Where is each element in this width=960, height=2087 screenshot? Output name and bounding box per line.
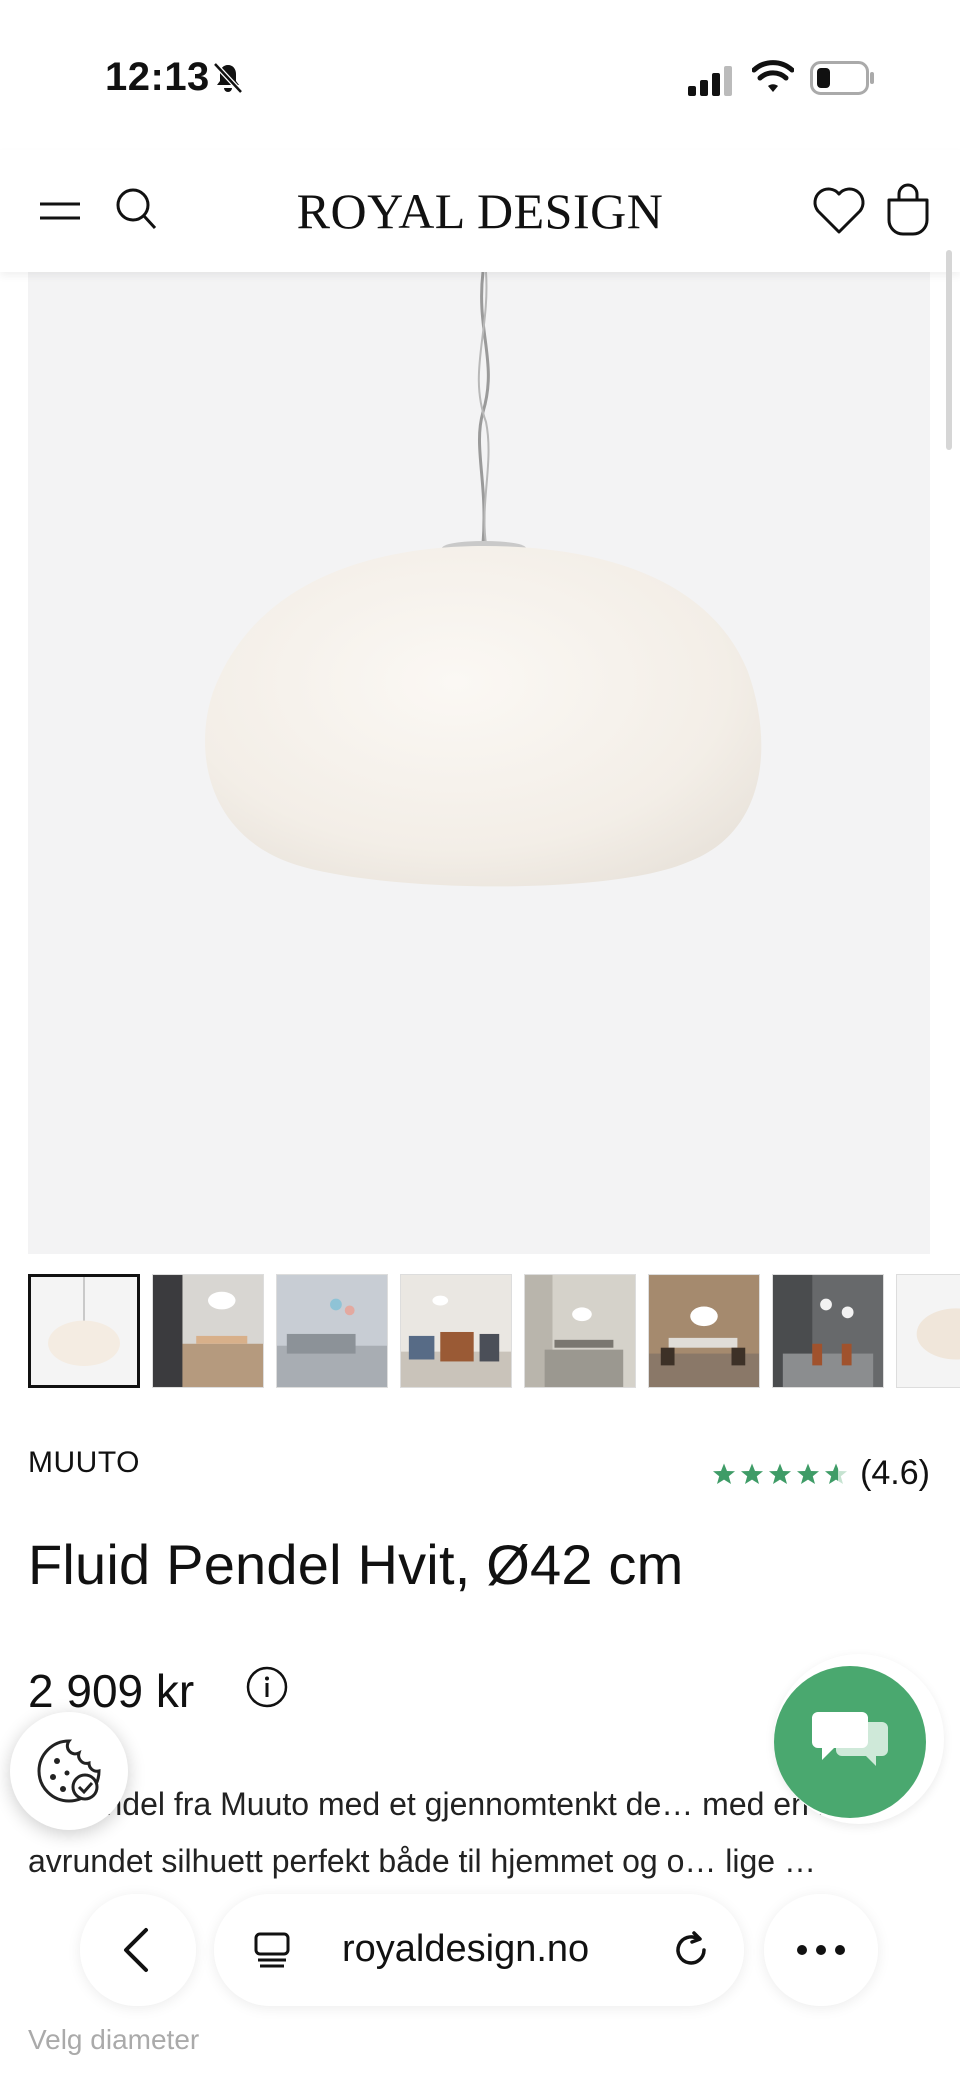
back-icon bbox=[124, 1928, 148, 1972]
product-brand[interactable]: MUUTO bbox=[28, 1446, 140, 1480]
star-icon bbox=[741, 1463, 764, 1484]
product-price: 2 909 kr bbox=[28, 1665, 195, 1717]
tabs-icon[interactable] bbox=[252, 1930, 292, 1970]
status-bar: 12:13 bbox=[0, 0, 960, 150]
rating-stars bbox=[712, 1462, 848, 1486]
site-logo[interactable]: ROYAL DESIGN bbox=[270, 182, 690, 240]
star-icon bbox=[797, 1463, 820, 1484]
thumbnail-4[interactable] bbox=[400, 1274, 512, 1388]
star-icon bbox=[769, 1463, 792, 1484]
thumbnail-7[interactable] bbox=[772, 1274, 884, 1388]
variant-label: Velg diameter bbox=[28, 2024, 200, 2055]
site-header: ROYAL DESIGN bbox=[0, 150, 960, 272]
more-icon bbox=[797, 1945, 845, 1955]
star-icon bbox=[825, 1463, 848, 1484]
product-main-image[interactable] bbox=[28, 272, 930, 1254]
bag-icon[interactable] bbox=[884, 182, 932, 236]
battery-icon bbox=[810, 61, 874, 95]
chat-button[interactable] bbox=[774, 1666, 926, 1818]
cookie-settings-button[interactable] bbox=[10, 1712, 128, 1830]
scrollbar-thumb[interactable] bbox=[946, 250, 952, 450]
browser-url: royaldesign.no bbox=[342, 1928, 590, 1970]
browser-more-button[interactable] bbox=[764, 1894, 878, 2006]
browser-back-button[interactable] bbox=[80, 1894, 196, 2006]
product-title: Fluid Pendel Hvit, Ø42 cm bbox=[28, 1533, 684, 1596]
pendant-lamp-image bbox=[205, 272, 762, 887]
signal-icon bbox=[688, 66, 732, 96]
browser-address-bar[interactable]: royaldesign.no bbox=[214, 1894, 744, 2006]
thumbnail-3[interactable] bbox=[276, 1274, 388, 1388]
status-time: 12:13 bbox=[105, 55, 210, 99]
chat-icon bbox=[812, 1712, 888, 1766]
heart-icon[interactable] bbox=[812, 186, 866, 236]
thumbnail-2[interactable] bbox=[152, 1274, 264, 1388]
wifi-icon bbox=[752, 60, 794, 92]
bell-slash-icon bbox=[213, 62, 243, 94]
rating-value: (4.6) bbox=[860, 1454, 930, 1492]
thumbnail-1[interactable] bbox=[28, 1274, 140, 1388]
star-icon bbox=[713, 1463, 736, 1484]
thumbnail-6[interactable] bbox=[648, 1274, 760, 1388]
info-icon[interactable] bbox=[246, 1666, 288, 1708]
search-icon[interactable] bbox=[114, 186, 158, 232]
product-rating[interactable]: (4.6) bbox=[712, 1454, 930, 1493]
cookie-icon bbox=[37, 1739, 101, 1803]
reload-icon[interactable] bbox=[670, 1928, 712, 1970]
thumbnail-5[interactable] bbox=[524, 1274, 636, 1388]
thumbnail-8[interactable] bbox=[896, 1274, 960, 1388]
thumbnail-strip bbox=[28, 1274, 960, 1388]
menu-icon[interactable] bbox=[38, 194, 82, 228]
